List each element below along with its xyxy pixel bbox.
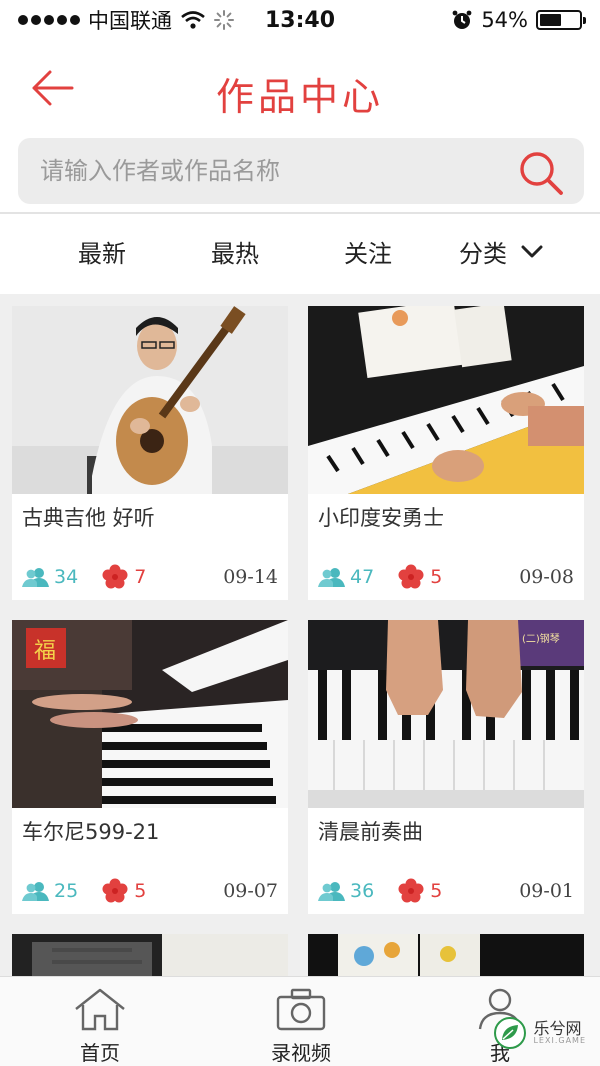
work-meta: 36 5 09-01 xyxy=(318,876,574,906)
work-card[interactable]: 古典吉他 好听 34 7 09-14 xyxy=(12,306,288,600)
carrier-label: 中国联通 xyxy=(88,9,172,33)
header: 作品中心 xyxy=(0,40,600,136)
filter-tabs: 最新 最热 关注 分类 xyxy=(0,214,600,294)
users-icon xyxy=(318,568,345,587)
tab-newest[interactable]: 最新 xyxy=(78,234,126,269)
tab-category-label: 分类 xyxy=(459,240,507,268)
work-thumbnail[interactable]: 福 xyxy=(12,620,288,808)
tab-category[interactable]: 分类 xyxy=(459,234,543,269)
piano-image: (二)钢琴 xyxy=(308,620,584,808)
flowers-value: 5 xyxy=(430,880,443,902)
book-label: (二)钢琴 xyxy=(522,632,560,645)
work-card[interactable] xyxy=(12,934,288,976)
flowers-value: 5 xyxy=(430,566,443,588)
work-title: 小印度安勇士 xyxy=(318,506,444,530)
flowers-count: 7 xyxy=(102,564,146,590)
battery-icon xyxy=(536,10,586,30)
flower-icon xyxy=(398,564,424,589)
search-input[interactable] xyxy=(40,157,500,185)
flowers-count: 5 xyxy=(102,878,146,904)
search-box xyxy=(18,138,584,204)
users-icon xyxy=(22,568,49,587)
flowers-count: 5 xyxy=(398,564,442,590)
viewers-value: 34 xyxy=(54,566,79,588)
flowers-value: 5 xyxy=(134,880,147,902)
work-date: 09-14 xyxy=(223,566,278,588)
tab-follow[interactable]: 关注 xyxy=(344,234,392,269)
home-icon xyxy=(75,988,125,1031)
work-meta: 47 5 09-08 xyxy=(318,562,574,592)
viewers-value: 36 xyxy=(350,880,375,902)
viewers-count: 47 xyxy=(318,566,374,588)
work-card[interactable]: 福 车尔尼599-21 25 5 09-07 xyxy=(12,620,288,914)
signal-icon xyxy=(18,15,80,25)
tabbar-record-label: 录视频 xyxy=(271,1041,331,1065)
watermark-text: 乐兮网 LEXI.GAME xyxy=(533,1018,586,1046)
viewers-count: 34 xyxy=(22,566,78,588)
work-thumbnail[interactable] xyxy=(308,306,584,494)
search-bar xyxy=(0,136,600,212)
battery-percent: 54% xyxy=(481,8,528,32)
watermark-title: 乐兮网 xyxy=(533,1018,582,1038)
flowers-value: 7 xyxy=(134,566,147,588)
flower-icon xyxy=(398,878,424,903)
work-thumbnail[interactable]: (二)钢琴 xyxy=(308,620,584,808)
bottom-tab-bar: 首页 录视频 我 乐兮网 LEXI.GAME xyxy=(0,976,600,1066)
viewers-count: 25 xyxy=(22,880,78,902)
piano-image xyxy=(12,934,288,976)
camera-icon xyxy=(276,988,326,1031)
piano-image: 福 xyxy=(12,620,288,808)
wifi-icon xyxy=(181,11,205,29)
users-icon xyxy=(318,882,345,901)
flower-icon xyxy=(102,564,128,589)
work-thumbnail[interactable] xyxy=(12,306,288,494)
piano-image xyxy=(308,306,584,494)
page-title: 作品中心 xyxy=(215,75,384,119)
tabbar-home[interactable]: 首页 xyxy=(40,987,160,1066)
viewers-value: 25 xyxy=(54,880,79,902)
status-right: 54% xyxy=(451,8,586,32)
tabbar-record[interactable]: 录视频 xyxy=(241,987,361,1066)
leaf-logo-icon xyxy=(494,1017,527,1049)
flowers-count: 5 xyxy=(398,878,442,904)
battery-fill xyxy=(540,14,561,26)
clock: 13:40 xyxy=(264,7,336,33)
chevron-down-icon xyxy=(521,245,543,257)
users-icon xyxy=(22,882,49,901)
flower-icon xyxy=(102,878,128,903)
fu-sign: 福 xyxy=(34,639,56,664)
work-title: 古典吉他 好听 xyxy=(22,506,155,530)
tabbar-home-label: 首页 xyxy=(80,1041,120,1065)
tab-hottest[interactable]: 最热 xyxy=(211,234,259,269)
search-icon[interactable] xyxy=(516,148,566,198)
work-card[interactable]: (二)钢琴 清晨前奏曲 36 5 09-01 xyxy=(308,620,584,914)
status-bar: 中国联通 13:40 54% xyxy=(0,0,600,40)
sheet-music-image xyxy=(308,934,584,976)
viewers-value: 47 xyxy=(350,566,375,588)
work-title: 车尔尼599-21 xyxy=(22,820,160,844)
watermark: 乐兮网 LEXI.GAME xyxy=(493,1016,586,1050)
watermark-sub: LEXI.GAME xyxy=(533,1036,586,1046)
guitar-player-image xyxy=(12,306,288,494)
loading-spinner-icon xyxy=(214,10,234,30)
viewers-count: 36 xyxy=(318,880,374,902)
work-meta: 25 5 09-07 xyxy=(22,876,278,906)
work-date: 09-08 xyxy=(519,566,574,588)
work-card[interactable]: 小印度安勇士 47 5 09-08 xyxy=(308,306,584,600)
alarm-icon xyxy=(452,10,472,29)
work-date: 09-07 xyxy=(223,880,278,902)
work-card[interactable] xyxy=(308,934,584,976)
work-title: 清晨前奏曲 xyxy=(318,820,423,844)
work-meta: 34 7 09-14 xyxy=(22,562,278,592)
work-date: 09-01 xyxy=(519,880,574,902)
status-left: 中国联通 xyxy=(18,5,234,35)
